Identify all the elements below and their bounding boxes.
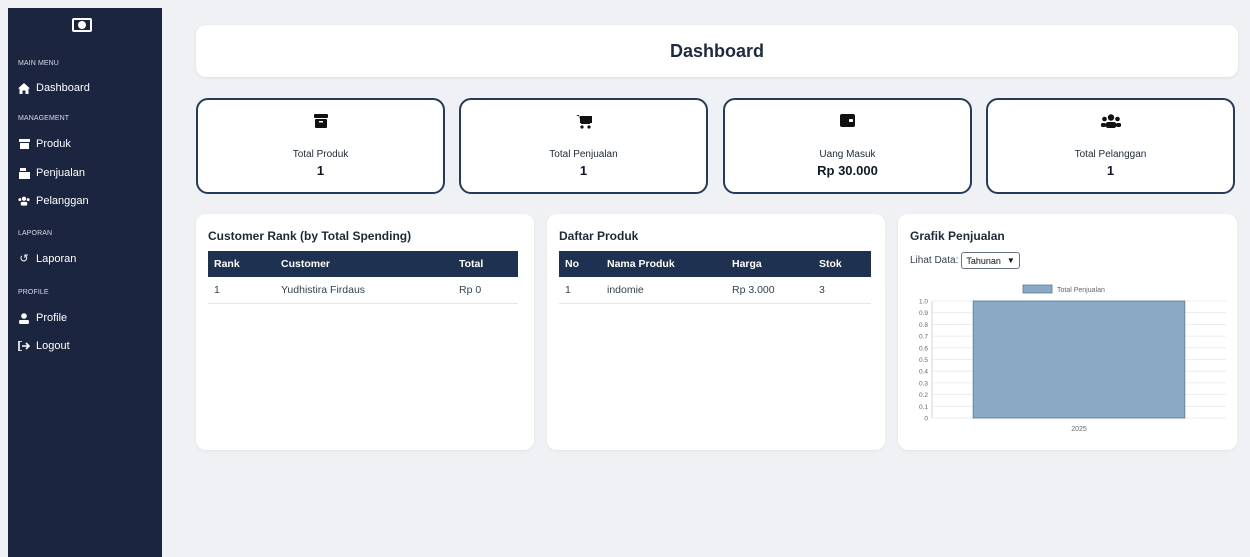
legend-label: Total Penjualan	[1057, 287, 1105, 294]
stat-label: Total Pelanggan	[1074, 149, 1147, 160]
table-cell: Rp 0	[453, 277, 518, 304]
users-icon	[18, 195, 30, 207]
stat-value: 1	[1106, 163, 1115, 178]
column-header: Customer	[275, 251, 453, 277]
column-header: Stok	[813, 251, 871, 277]
x-tick-label: 2025	[1071, 426, 1087, 433]
sidebar-item-laporan[interactable]: ↺ Laporan	[18, 250, 76, 268]
logout-icon	[18, 340, 30, 352]
stat-card-total-produk: Total Produk 1	[196, 98, 445, 194]
column-header: No	[559, 251, 601, 277]
table-cell: 3	[813, 277, 871, 304]
sidebar-item-dashboard[interactable]: Dashboard	[18, 79, 90, 97]
y-tick-label: 0	[924, 416, 928, 423]
y-tick-label: 1.0	[919, 299, 928, 306]
section-profile: PROFILE	[18, 289, 49, 296]
cash-register-icon	[18, 167, 30, 179]
sidebar-item-label: Penjualan	[36, 167, 85, 179]
bar	[972, 300, 1186, 419]
column-header: Rank	[208, 251, 275, 277]
grafik-title: Grafik Penjualan	[910, 229, 1005, 243]
column-header: Total	[453, 251, 518, 277]
sidebar-item-label: Dashboard	[36, 82, 90, 94]
table-cell: Rp 3.000	[726, 277, 813, 304]
table-header-row: No Nama Produk Harga Stok	[559, 251, 871, 277]
y-tick-label: 0.2	[919, 392, 928, 399]
money-bill-icon	[72, 18, 92, 32]
sidebar-item-label: Laporan	[36, 253, 77, 265]
sales-chart: Total Penjualan 0 0.1 0.2 0.3 0.4 0.5 0.6 0.7 0.8…	[919, 284, 1226, 433]
customer-rank-table: Rank Customer Total 1 Yudhistira Firdaus…	[208, 251, 518, 304]
sidebar-item-pelanggan[interactable]: Pelanggan	[18, 192, 89, 210]
sidebar-item-logout[interactable]: Logout	[18, 337, 70, 355]
sidebar-item-label: Profile	[36, 312, 68, 324]
stat-label: Total Produk	[292, 149, 349, 160]
table-row: 1 indomie Rp 3.000 3	[559, 277, 871, 304]
home-icon	[18, 82, 30, 94]
customer-rank-panel: Customer Rank (by Total Spending) Rank C…	[196, 214, 534, 450]
stat-label: Uang Masuk	[819, 149, 876, 160]
period-select-row: Lihat Data: Tahunan ▼	[910, 252, 1020, 269]
history-icon: ↺	[19, 252, 29, 265]
user-icon	[18, 312, 30, 324]
y-tick-label: 0.4	[919, 369, 928, 376]
sidebar-item-produk[interactable]: Produk	[18, 135, 71, 153]
y-tick-label: 0.5	[919, 357, 928, 364]
y-tick-label: 0.8	[919, 322, 928, 329]
cart-icon	[461, 114, 706, 130]
stat-value: Rp 30.000	[817, 163, 878, 178]
period-select[interactable]: Tahunan ▼	[961, 252, 1020, 269]
table-cell: indomie	[601, 277, 726, 304]
period-select-value: Tahunan	[966, 255, 1001, 266]
section-management: MANAGEMENT	[18, 115, 70, 122]
stat-value: 1	[316, 163, 325, 178]
y-tick-label: 0.7	[919, 334, 928, 341]
sidebar-item-penjualan[interactable]: Penjualan	[18, 164, 85, 182]
grafik-penjualan-panel: Grafik Penjualan Lihat Data: Tahunan ▼ T…	[898, 214, 1237, 450]
table-cell: 1	[208, 277, 275, 304]
stat-card-total-pelanggan: Total Pelanggan 1	[986, 98, 1235, 194]
chevron-down-icon: ▼	[1006, 256, 1015, 265]
page-title: Dashboard	[669, 40, 765, 61]
y-tick-label: 0.1	[919, 404, 928, 411]
table-cell: 1	[559, 277, 601, 304]
stat-card-total-penjualan: Total Penjualan 1	[459, 98, 708, 194]
sidebar-item-profile[interactable]: Profile	[18, 309, 67, 327]
column-header: Harga	[726, 251, 813, 277]
period-select-label: Lihat Data:	[910, 255, 959, 266]
stat-label: Total Penjualan	[549, 149, 618, 160]
legend-swatch	[1022, 284, 1053, 294]
wallet-icon	[725, 114, 970, 130]
y-tick-label: 0.9	[919, 310, 928, 317]
daftar-produk-title: Daftar Produk	[559, 229, 639, 243]
produk-table: No Nama Produk Harga Stok 1 indomie Rp 3…	[559, 251, 871, 304]
box-icon	[18, 138, 30, 150]
customer-rank-title: Customer Rank (by Total Spending)	[208, 229, 412, 243]
table-row: 1 Yudhistira Firdaus Rp 0	[208, 277, 518, 304]
sidebar-item-label: Pelanggan	[36, 195, 89, 207]
daftar-produk-panel: Daftar Produk No Nama Produk Harga Stok …	[547, 214, 885, 450]
y-tick-label: 0.6	[919, 345, 928, 352]
box-icon	[198, 114, 443, 130]
y-tick-label: 0.3	[919, 380, 928, 387]
users-icon	[988, 114, 1233, 130]
stat-value: 1	[579, 163, 588, 178]
table-cell: Yudhistira Firdaus	[275, 277, 453, 304]
column-header: Nama Produk	[601, 251, 726, 277]
stat-card-uang-masuk: Uang Masuk Rp 30.000	[723, 98, 972, 194]
sidebar-item-label: Logout	[36, 340, 70, 352]
section-main-menu: MAIN MENU	[18, 60, 59, 67]
page-title-card: Dashboard	[196, 25, 1238, 77]
sidebar: MAIN MENU Dashboard MANAGEMENT Produk Pe…	[8, 8, 162, 557]
section-laporan: LAPORAN	[18, 230, 53, 237]
table-header-row: Rank Customer Total	[208, 251, 518, 277]
sidebar-item-label: Produk	[36, 138, 71, 150]
